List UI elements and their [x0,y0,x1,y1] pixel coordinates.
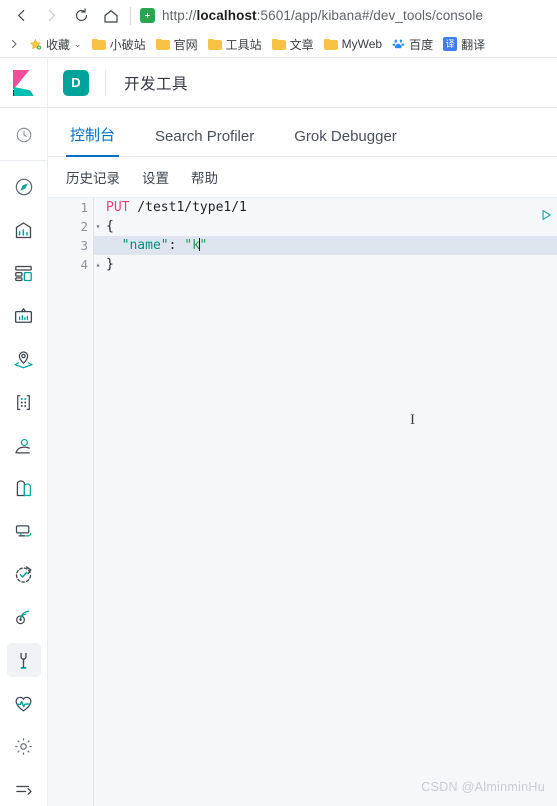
settings-button[interactable]: 设置 [142,167,169,187]
app-badge: D [63,69,89,96]
line-number: 1 [48,198,93,217]
folder-icon [91,38,106,50]
send-request-button[interactable] [537,206,555,224]
bookmark-label: 小破站 [109,37,146,52]
bookmark-folder-1[interactable]: 小破站 [87,33,151,55]
kibana-app: D 开发工具 控制台 Search Profiler Grok Debugger… [0,57,557,806]
folder-icon [155,38,170,50]
kibana-main: 控制台 Search Profiler Grok Debugger 历史记录 设… [48,108,557,806]
address-text: http://localhost:5601/app/kibana#/dev_to… [162,8,484,23]
bookmarks-bar: 收藏 ⌄ 小破站 官网 工具站 文章 MyWeb 百度 译 翻译 [0,31,557,58]
bookmark-label: 翻译 [461,37,486,52]
baidu-icon [392,38,405,51]
bookmark-label: 百度 [409,37,434,52]
browser-toolbar: http://localhost:5601/app/kibana#/dev_to… [0,0,557,31]
translate-icon: 译 [443,37,458,51]
sidebar-divider [0,160,48,161]
bookmark-label: 文章 [289,37,314,52]
tab-grok-debugger[interactable]: Grok Debugger [290,128,401,156]
http-method: PUT [106,200,130,215]
bookmark-folder-2[interactable]: 官网 [151,33,203,55]
shield-icon [140,8,155,23]
chevron-right-icon[interactable] [6,36,22,52]
request-path: /test1/type1/1 [129,200,247,215]
tab-search-profiler[interactable]: Search Profiler [151,128,258,156]
json-value: "k [184,238,200,253]
bookmark-folder-5[interactable]: MyWeb [319,33,387,55]
line-number: 4 ▴ [48,255,100,274]
bookmark-label: MyWeb [341,37,383,51]
header-divider [105,69,106,96]
bookmark-favorites[interactable]: 收藏 ⌄ [24,33,87,55]
kibana-logo[interactable] [0,57,48,108]
sidebar-item-discover[interactable] [7,170,41,204]
bookmark-label: 工具站 [225,37,262,52]
star-icon [29,38,42,51]
bookmark-folder-4[interactable]: 文章 [267,33,319,55]
kibana-sidebar [0,108,48,806]
kibana-header: D 开发工具 [0,57,557,108]
bookmark-translate[interactable]: 译 翻译 [438,33,490,55]
json-key: "name" [121,238,169,253]
editor-content[interactable]: PUT /test1/type1/1 { "name": "k" } [94,198,557,806]
watermark: CSDN @AlminminHu [421,780,545,794]
toolbar-divider [130,6,131,25]
back-button[interactable] [6,1,36,31]
reload-button[interactable] [66,1,96,31]
sidebar-item-siem[interactable] [7,600,41,634]
sidebar-item-management[interactable] [7,729,41,763]
bookmark-label: 收藏 [46,37,71,52]
address-path: :5601/app/kibana#/dev_tools/console [256,8,484,23]
text-cursor-icon: I [410,412,415,428]
forward-button[interactable] [36,1,66,31]
browser-window: http://localhost:5601/app/kibana#/dev_to… [0,0,557,806]
sidebar-item-dev-tools[interactable] [6,643,41,677]
sidebar-item-apm[interactable] [7,514,41,548]
sidebar-item-uptime[interactable] [7,557,41,591]
history-button[interactable]: 历史记录 [66,167,120,187]
console-editor[interactable]: 1 2 ▾ 3 4 ▴ PUT /test1/type1/1 { "name": "… [48,198,557,806]
folder-icon [207,38,222,50]
sidebar-item-dashboard[interactable] [7,256,41,290]
bookmark-folder-3[interactable]: 工具站 [203,33,267,55]
code-line[interactable]: } [94,255,557,274]
sidebar-item-monitoring[interactable] [7,686,41,720]
bookmark-label: 官网 [173,37,198,52]
sidebar-item-recently-viewed[interactable] [7,118,41,152]
sidebar-item-logs[interactable] [7,471,41,505]
editor-gutter: 1 2 ▾ 3 4 ▴ [48,198,100,806]
sidebar-item-infrastructure[interactable] [7,428,41,462]
line-number: 3 [48,236,93,255]
home-button[interactable] [96,1,126,31]
page-title: 开发工具 [124,75,189,93]
console-toolbar: 历史记录 设置 帮助 [48,157,557,198]
sidebar-item-canvas[interactable] [7,299,41,333]
bookmark-baidu[interactable]: 百度 [387,33,438,55]
tab-console[interactable]: 控制台 [66,124,120,157]
sidebar-item-collapse-nav[interactable] [7,772,41,806]
address-host: localhost [196,8,257,23]
folder-icon [271,38,286,50]
code-line[interactable]: PUT /test1/type1/1 [94,198,557,217]
tab-bar: 控制台 Search Profiler Grok Debugger [48,108,557,157]
sidebar-item-machine-learning[interactable] [7,385,41,419]
code-line[interactable]: { [94,217,557,236]
code-line-current[interactable]: "name": "k" [94,236,557,255]
chevron-down-icon[interactable]: ⌄ [74,39,82,50]
folder-icon [323,38,338,50]
browser-chrome: http://localhost:5601/app/kibana#/dev_to… [0,0,557,58]
line-number: 2 ▾ [48,217,100,236]
help-button[interactable]: 帮助 [191,167,218,187]
sidebar-item-visualize[interactable] [7,213,41,247]
address-bar[interactable]: http://localhost:5601/app/kibana#/dev_to… [140,1,557,31]
sidebar-item-maps[interactable] [7,342,41,376]
